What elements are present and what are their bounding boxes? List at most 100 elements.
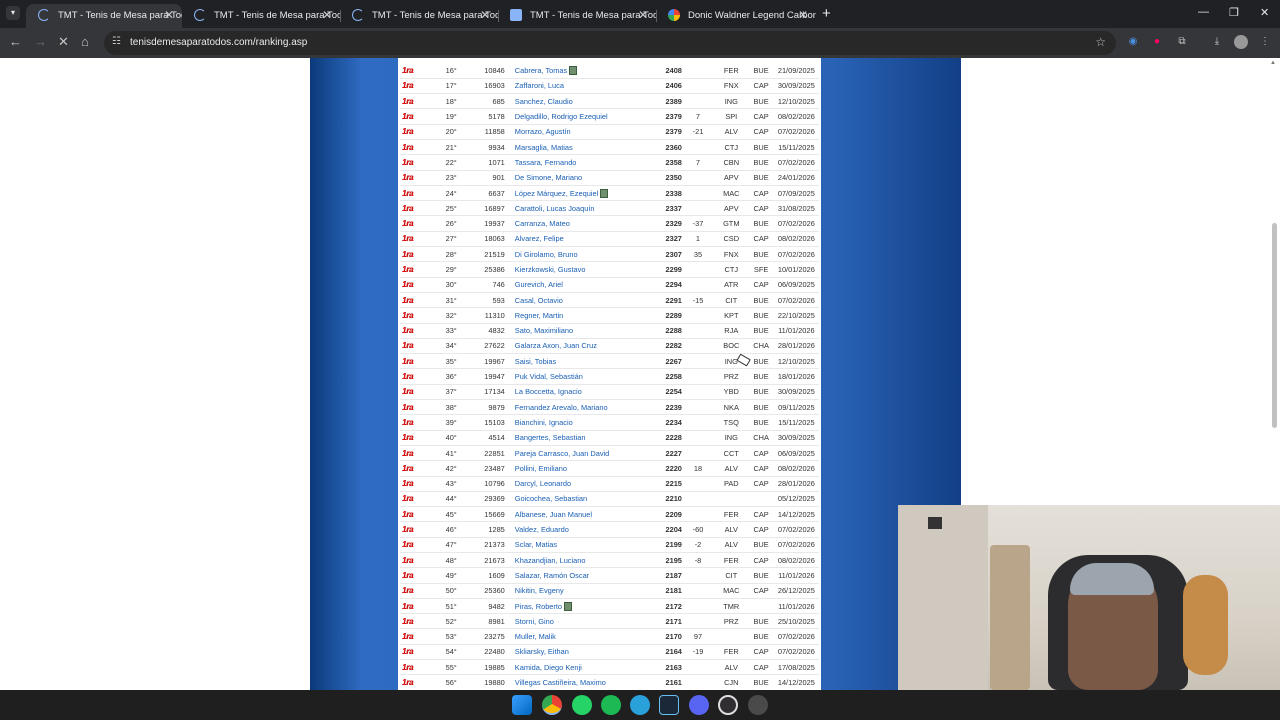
steam-icon[interactable] [659, 695, 679, 715]
player-name-link[interactable]: Piras, Roberto [515, 602, 562, 611]
club-code-cell: FER [714, 644, 748, 659]
tab-4[interactable]: TMT - Tenis de Mesa para Todos ✕ [498, 4, 656, 28]
player-name-link[interactable]: Salazar, Ramón Oscar [515, 571, 589, 580]
player-name-link[interactable]: Carattoli, Lucas Joaquín [515, 204, 595, 213]
player-name-link[interactable]: Casal, Octavio [515, 296, 563, 305]
player-name-link[interactable]: Fernandez Arevalo, Mariano [515, 403, 608, 412]
player-name-link[interactable]: Morrazo, Agustín [515, 127, 571, 136]
rating-change-cell [682, 63, 714, 78]
player-name-link[interactable]: Albanese, Juan Manuel [515, 510, 592, 519]
player-name-link[interactable]: Alvarez, Felipe [515, 234, 564, 243]
province-code: BUE [753, 173, 769, 183]
home-button[interactable]: ⌂ [81, 34, 89, 49]
close-icon[interactable]: ✕ [164, 8, 174, 22]
scrollbar-thumb[interactable] [1272, 223, 1277, 428]
close-icon[interactable]: ✕ [480, 8, 490, 22]
table-row: 1ra 26° 19937 Carranza, Mateo 2329 -37 GTM BUE 0… [400, 216, 819, 232]
player-name-link[interactable]: Saisi, Tobias [515, 357, 556, 366]
player-name-link[interactable]: Storni, Gino [515, 617, 554, 626]
province-code: CAP [753, 188, 769, 198]
player-name-link[interactable]: Valdez, Eduardo [515, 525, 569, 534]
player-name-link-cell: Albanese, Juan Manuel [511, 507, 655, 522]
player-name-link[interactable]: Puk Vidal, Sebastián [515, 372, 583, 381]
player-name-link[interactable]: Tassara, Fernando [515, 158, 577, 167]
player-name-link[interactable]: Kierzkowski, Gustavo [515, 265, 586, 274]
player-name-link[interactable]: Muller, Malik [515, 632, 556, 641]
menu-icon[interactable]: ⋮ [1258, 35, 1272, 49]
forward-button[interactable]: → [34, 34, 47, 49]
player-name-link[interactable]: Bangertes, Sebastian [515, 433, 586, 442]
close-icon[interactable]: ✕ [798, 8, 808, 22]
player-name-link[interactable]: Pollini, Emiliano [515, 464, 567, 473]
spotify-icon[interactable] [601, 695, 621, 715]
player-name-link[interactable]: Kamida, Diego Kenji [515, 663, 582, 672]
player-name-link[interactable]: Sato, Maximiliano [515, 326, 573, 335]
player-id: 21673 [484, 555, 505, 565]
windows-start-icon[interactable] [512, 695, 532, 715]
player-name-link[interactable]: Darcyl, Leonardo [515, 479, 571, 488]
rating-points: 2289 [665, 310, 682, 320]
player-name-link[interactable]: Khazandjian, Luciano [515, 556, 586, 565]
player-name-link[interactable]: De Simone, Mariano [515, 173, 582, 182]
category-badge-cell: 1ra [400, 568, 432, 583]
extensions-puzzle-icon[interactable]: ⧉ [1175, 35, 1189, 49]
player-id-cell: 19937 [470, 216, 511, 231]
last-update-date-cell: 30/09/2025 [774, 384, 819, 399]
province-code-cell: BUE [749, 292, 774, 307]
player-id: 21373 [484, 540, 505, 550]
stop-loading-button[interactable]: ✕ [58, 34, 69, 50]
player-name-link[interactable]: Goicochea, Sebastian [515, 494, 587, 503]
tab-2[interactable]: TMT - Tenis de Mesa para Todos ✕ [182, 4, 340, 28]
last-update-date: 14/12/2025 [777, 509, 815, 519]
settings-icon[interactable] [748, 695, 768, 715]
player-name-link[interactable]: Regner, Martin [515, 311, 563, 320]
close-window-button[interactable]: ✕ [1260, 6, 1269, 19]
player-name-link[interactable]: Pareja Carrasco, Juan David [515, 449, 609, 458]
player-name-link-cell: Sclar, Matias [511, 537, 655, 552]
site-info-icon[interactable]: ☷ [112, 36, 121, 47]
table-row: 1ra 17° 16903 Zaffaroni, Luca 2406 FNX CAP 30/0… [400, 78, 819, 94]
minimize-button[interactable]: — [1198, 6, 1209, 18]
profile-avatar[interactable] [1234, 35, 1248, 49]
player-name-link[interactable]: Villegas Castiñeira, Maximo [515, 678, 606, 687]
telegram-icon[interactable] [630, 695, 650, 715]
player-name-link[interactable]: Nikitin, Evgeny [515, 586, 564, 595]
scroll-up-icon[interactable]: ▲ [1270, 60, 1276, 66]
obs-icon[interactable] [718, 695, 738, 715]
bookmark-star-icon[interactable]: ☆ [1095, 35, 1106, 49]
extension-icon[interactable]: ● [1150, 35, 1164, 49]
tab-3[interactable]: TMT - Tenis de Mesa para Todos ✕ [340, 4, 498, 28]
close-icon[interactable]: ✕ [638, 8, 648, 22]
player-name-link[interactable]: López Márquez, Ezequiel [515, 189, 598, 198]
player-name-link[interactable]: Skliarsky, Eithan [515, 647, 569, 656]
player-name-link[interactable]: La Boccetta, Ignacio [515, 387, 582, 396]
player-name-link[interactable]: Sclar, Matias [515, 540, 557, 549]
player-name-link[interactable]: Galarza Axon, Juan Cruz [515, 341, 597, 350]
player-name-link[interactable]: Cabrera, Tomas [515, 66, 567, 75]
back-button[interactable]: ← [9, 34, 22, 49]
player-name-link[interactable]: Delgadillo, Rodrigo Ezequiel [515, 112, 608, 121]
extension-icon[interactable]: ◉ [1126, 35, 1140, 49]
category-badge: 1ra [402, 188, 414, 198]
player-name-link-cell: Nikitin, Evgeny [511, 583, 655, 598]
new-tab-button[interactable]: + [822, 5, 831, 22]
discord-icon[interactable] [689, 695, 709, 715]
player-name-link[interactable]: Di Girolamo, Bruno [515, 250, 578, 259]
whatsapp-icon[interactable] [572, 695, 592, 715]
player-name-link[interactable]: Gurevich, Ariel [515, 280, 563, 289]
player-name-link[interactable]: Carranza, Mateo [515, 219, 570, 228]
address-bar[interactable]: ☷ tenisdemesaparatodos.com/ranking.asp ☆ [104, 31, 1116, 55]
download-icon[interactable]: ⤓ [1210, 35, 1224, 49]
close-icon[interactable]: ✕ [322, 8, 332, 22]
player-name-link[interactable]: Sanchez, Claudio [515, 97, 573, 106]
restore-button[interactable]: ❐ [1229, 6, 1239, 19]
player-name-link[interactable]: Marsaglia, Matias [515, 143, 573, 152]
club-code-cell: BOC [714, 338, 748, 353]
tab-5[interactable]: Donic Waldner Legend Carbon ✕ [656, 4, 816, 28]
player-name-link[interactable]: Bianchini, Ignacio [515, 418, 573, 427]
tab-1[interactable]: TMT - Tenis de Mesa para Todos ✕ [26, 4, 182, 28]
rating-points-cell: 2234 [655, 415, 681, 430]
tab-search-button[interactable]: ▾ [6, 6, 20, 20]
chrome-icon[interactable] [542, 695, 562, 715]
player-name-link[interactable]: Zaffaroni, Luca [515, 81, 564, 90]
